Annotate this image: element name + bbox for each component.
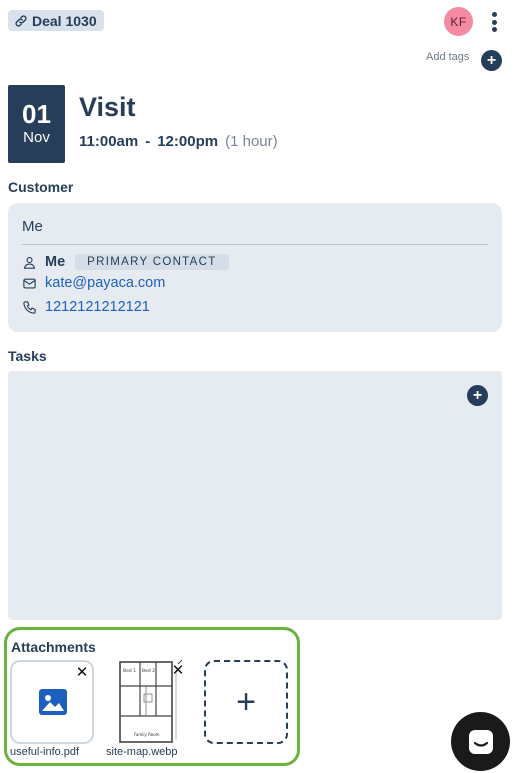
contact-name: Me: [45, 254, 66, 270]
attachment-filename: useful-info.pdf: [10, 746, 80, 758]
contact-row: Me PRIMARY CONTACT: [22, 254, 229, 270]
event-time: 11:00am - 12:00pm (1 hour): [79, 133, 278, 150]
phone-icon: [23, 300, 36, 314]
deal-event-page: Deal 1030 KF Add tags + 01 Nov Visit 11:…: [0, 0, 517, 773]
attachment-site-map[interactable]: Bed 1 Bed 2 Family Room ✕: [104, 659, 188, 744]
svg-text:Bed 1: Bed 1: [123, 668, 136, 674]
attachments-heading: Attachments: [11, 639, 96, 655]
customer-card: Me Me PRIMARY CONTACT kate@payaca.com 12…: [8, 203, 502, 332]
event-end-time: 12:00pm: [157, 133, 219, 150]
user-avatar[interactable]: KF: [444, 7, 473, 36]
customer-name[interactable]: Me: [22, 218, 43, 235]
event-title: Visit: [79, 92, 136, 122]
contact-email-link[interactable]: kate@payaca.com: [45, 275, 165, 291]
more-menu-icon[interactable]: [486, 10, 502, 34]
add-task-button[interactable]: +: [467, 385, 488, 406]
date-badge: 01 Nov: [8, 85, 65, 163]
chat-icon: [468, 729, 493, 754]
image-icon: [39, 689, 67, 715]
customer-heading: Customer: [8, 179, 74, 195]
attachment-useful-info[interactable]: ✕: [10, 660, 94, 744]
mail-icon: [23, 278, 36, 288]
primary-contact-badge: PRIMARY CONTACT: [75, 254, 229, 270]
add-tags-button[interactable]: +: [481, 50, 502, 71]
attachments-section: Attachments ✕ useful-info.pdf Bed 1 Bed …: [4, 627, 300, 766]
add-attachment-button[interactable]: +: [204, 660, 288, 744]
remove-attachment-icon[interactable]: ✕: [171, 663, 185, 678]
contact-phone-link[interactable]: 1212121212121: [45, 299, 150, 315]
remove-attachment-icon[interactable]: ✕: [75, 665, 89, 680]
date-day: 01: [22, 99, 51, 129]
link-icon: [15, 14, 27, 27]
tasks-panel: +: [8, 371, 502, 620]
event-duration: (1 hour): [225, 133, 278, 150]
event-start-time: 11:00am: [79, 133, 139, 150]
add-tags-label[interactable]: Add tags: [426, 51, 469, 63]
deal-label: Deal 1030: [32, 12, 97, 29]
date-month: Nov: [23, 129, 50, 146]
tasks-heading: Tasks: [8, 348, 47, 364]
divider: [22, 244, 488, 245]
svg-text:Bed 2: Bed 2: [142, 668, 155, 674]
attachment-filename: site-map.webp: [106, 746, 178, 758]
svg-text:Family Room: Family Room: [134, 732, 160, 737]
chat-widget-button[interactable]: [451, 712, 510, 771]
email-row: kate@payaca.com: [22, 275, 165, 291]
phone-row: 1212121212121: [22, 299, 150, 315]
deal-link-chip[interactable]: Deal 1030: [8, 10, 104, 31]
person-icon: [23, 256, 36, 269]
time-separator: -: [145, 133, 151, 150]
